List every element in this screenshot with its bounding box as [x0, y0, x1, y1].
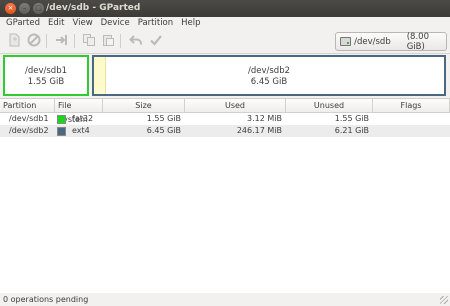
partition-block-sdb1[interactable]: /dev/sdb1 1.55 GiB	[3, 55, 89, 96]
cell-flags	[373, 125, 450, 137]
device-size: (8.00 GiB)	[406, 31, 429, 52]
maximize-button[interactable]: □	[33, 3, 44, 14]
filesystem-label: ext4	[72, 126, 90, 135]
menu-gparted[interactable]: GParted	[2, 18, 44, 28]
new-icon[interactable]	[6, 33, 22, 49]
close-button[interactable]: ×	[5, 3, 16, 14]
menu-partition[interactable]: Partition	[134, 18, 177, 28]
filesystem-label: fat32	[72, 114, 94, 123]
partition-block-name: /dev/sdb2	[247, 66, 290, 76]
paste-icon[interactable]	[100, 33, 116, 49]
cell-size: 1.55 GiB	[146, 114, 181, 123]
minimize-button[interactable]: –	[19, 3, 30, 14]
cell-flags	[373, 113, 450, 125]
cell-filesystem: fat32	[55, 113, 103, 125]
apply-icon[interactable]	[148, 33, 164, 49]
cell-filesystem: ext4	[55, 125, 103, 137]
column-header-flags[interactable]: Flags	[373, 99, 450, 113]
column-header-unused[interactable]: Unused	[286, 99, 373, 113]
resize-move-icon[interactable]	[54, 33, 70, 49]
partition-graph: /dev/sdb1 1.55 GiB /dev/sdb2 6.45 GiB	[0, 54, 450, 97]
toolbar-separator	[46, 34, 47, 48]
hard-disk-icon	[340, 37, 352, 46]
menu-help[interactable]: Help	[177, 18, 204, 28]
cell-partition: /dev/sdb1	[9, 114, 49, 123]
column-header-partition[interactable]: Partition	[0, 99, 55, 113]
copy-icon[interactable]	[81, 33, 97, 49]
partition-table: Partition File System Size Used Unused F…	[0, 98, 450, 293]
status-text: 0 operations pending	[3, 295, 89, 304]
delete-icon[interactable]	[26, 33, 42, 49]
undo-icon[interactable]	[128, 33, 144, 49]
table-header: Partition File System Size Used Unused F…	[0, 99, 450, 124]
partition-block-sdb2[interactable]: /dev/sdb2 6.45 GiB	[92, 55, 446, 96]
column-header-used[interactable]: Used	[185, 99, 286, 113]
column-header-size[interactable]: Size	[103, 99, 185, 113]
window-title: /dev/sdb - GParted	[46, 3, 141, 13]
device-name: /dev/sdb	[354, 36, 391, 47]
column-header-filesystem[interactable]: File System	[55, 99, 103, 124]
window-controls: × – □	[5, 3, 44, 14]
title-bar: × – □ /dev/sdb - GParted	[0, 0, 450, 17]
status-bar: 0 operations pending	[0, 293, 450, 306]
cell-partition: /dev/sdb2	[9, 126, 49, 135]
resize-grip-icon[interactable]	[440, 296, 448, 304]
menu-edit[interactable]: Edit	[44, 18, 68, 28]
cell-unused: 6.21 GiB	[334, 126, 369, 135]
partition-block-size: 6.45 GiB	[250, 77, 288, 87]
menu-bar: GParted Edit View Device Partition Help	[0, 17, 450, 29]
table-row[interactable]: /dev/sdb2 ext4 6.45 GiB 246.17 MiB 6.21 …	[0, 125, 450, 137]
device-selector[interactable]: /dev/sdb (8.00 GiB)	[335, 31, 447, 52]
toolbar-separator	[74, 34, 75, 48]
partition-block-name: /dev/sdb1	[24, 66, 67, 76]
menu-device[interactable]: Device	[97, 18, 134, 28]
cell-size: 6.45 GiB	[146, 126, 181, 135]
filesystem-color-swatch	[57, 114, 66, 124]
toolbar-separator	[120, 34, 121, 48]
cell-used: 246.17 MiB	[236, 126, 282, 135]
cell-unused: 1.55 GiB	[334, 114, 369, 123]
filesystem-color-swatch	[57, 126, 66, 136]
cell-used: 3.12 MiB	[247, 114, 282, 123]
partition-block-size: 1.55 GiB	[27, 77, 65, 87]
toolbar: /dev/sdb (8.00 GiB)	[0, 29, 450, 54]
menu-view[interactable]: View	[68, 18, 96, 28]
table-row[interactable]: /dev/sdb1 fat32 1.55 GiB 3.12 MiB 1.55 G…	[0, 113, 450, 125]
